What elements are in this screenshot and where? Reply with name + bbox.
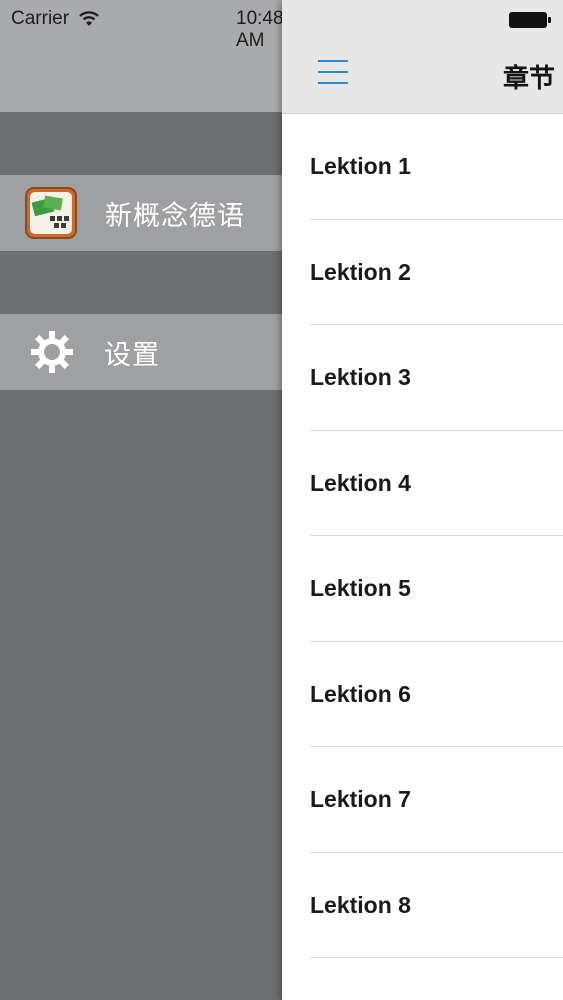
lesson-row[interactable]: Lektion 7: [282, 747, 563, 853]
navigation-bar: 章节: [282, 0, 563, 114]
lesson-row[interactable]: Lektion 2: [282, 220, 563, 325]
lesson-row[interactable]: Lektion 4: [282, 431, 563, 536]
drawer-item-course[interactable]: 新概念德语: [0, 175, 282, 251]
lesson-label: Lektion 1: [310, 153, 411, 179]
app-book-icon: [25, 187, 77, 239]
page-title: 章节: [503, 63, 556, 93]
lesson-row[interactable]: Lektion 8: [282, 853, 563, 958]
row-divider: [310, 957, 563, 958]
drawer-item-settings[interactable]: 设置: [0, 314, 282, 390]
battery-icon: [509, 12, 551, 28]
lesson-label: Lektion 8: [310, 891, 411, 918]
lesson-label: Lektion 2: [310, 258, 411, 285]
lesson-label: Lektion 4: [310, 469, 411, 496]
drawer-item-label: 新概念德语: [105, 200, 245, 231]
lesson-label: Lektion 7: [310, 786, 411, 812]
drawer-item-label: 设置: [104, 339, 160, 370]
carrier-label: Carrier: [11, 8, 70, 29]
status-time: 10:48 AM: [236, 8, 284, 51]
lesson-row[interactable]: Lektion 6: [282, 642, 563, 747]
main-panel: 章节 Lektion 1 Lektion 2 Lektion 3 Lektion…: [282, 0, 563, 1000]
lesson-label: Lektion 6: [310, 680, 411, 707]
wifi-icon: [79, 11, 99, 26]
hamburger-menu-icon[interactable]: [318, 60, 348, 84]
side-drawer: Carrier 10:48 AM 新概念德语 设置: [0, 0, 284, 1000]
lesson-row[interactable]: Lektion 1: [282, 114, 563, 220]
lesson-label: Lektion 5: [310, 575, 411, 601]
gear-icon: [28, 328, 76, 376]
status-carrier: Carrier: [11, 8, 100, 30]
lesson-label: Lektion 3: [310, 364, 411, 390]
lesson-list: Lektion 1 Lektion 2 Lektion 3 Lektion 4 …: [282, 114, 563, 958]
lesson-row[interactable]: Lektion 5: [282, 536, 563, 642]
lesson-row[interactable]: Lektion 3: [282, 325, 563, 431]
